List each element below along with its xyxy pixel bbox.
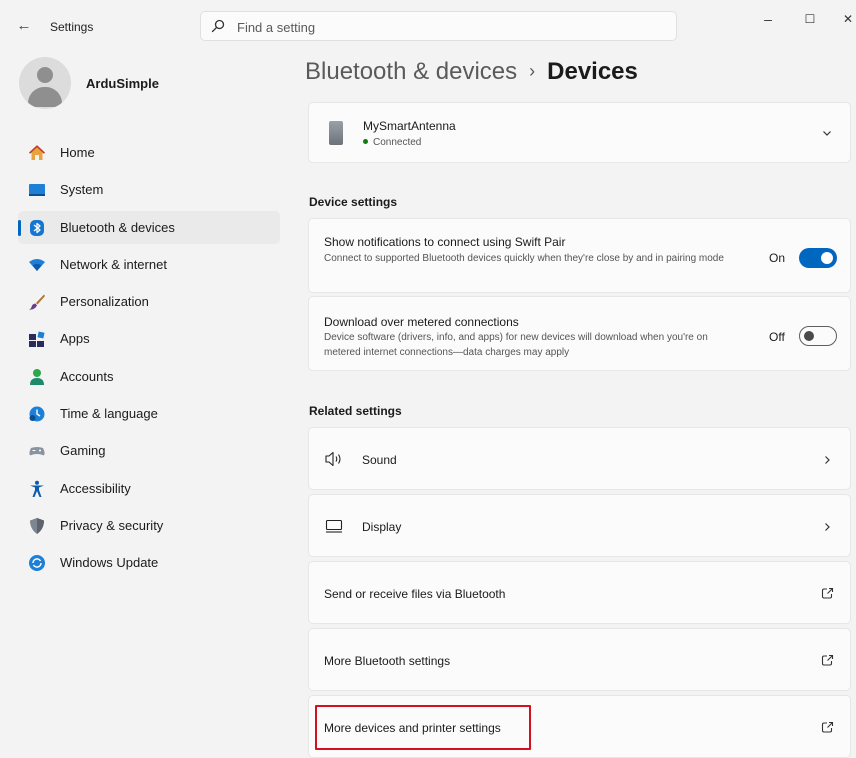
device-status: Connected: [363, 137, 421, 148]
app-title: Settings: [50, 20, 94, 34]
avatar-head: [37, 67, 53, 83]
accounts-icon: [30, 368, 44, 385]
time-language-icon: [29, 406, 45, 422]
related-item-label: Display: [362, 520, 402, 534]
metered-state-label: Off: [769, 330, 785, 344]
wifi-icon: [29, 258, 45, 271]
related-item-more-devices-printer-settings[interactable]: More devices and printer settings: [308, 695, 851, 758]
external-link-icon: [821, 654, 834, 666]
external-link-icon: [821, 587, 834, 599]
back-button[interactable]: ←: [14, 16, 34, 36]
device-card[interactable]: MySmartAntenna Connected: [308, 102, 851, 163]
sidebar-item-label: Bluetooth & devices: [60, 219, 175, 235]
related-item-label: Send or receive files via Bluetooth: [324, 587, 506, 601]
metered-description: Device software (drivers, info, and apps…: [324, 332, 708, 358]
breadcrumb: Bluetooth & devices › Devices: [305, 58, 638, 86]
profile-name: ArduSimple: [86, 76, 159, 91]
sidebar: ArduSimple Home System Bluetooth & devic…: [0, 52, 292, 758]
chevron-right-icon: [825, 456, 830, 464]
minimize-button[interactable]: –: [753, 8, 783, 30]
sidebar-item-label: Gaming: [60, 443, 106, 459]
related-item-more-bluetooth-settings[interactable]: More Bluetooth settings: [308, 628, 851, 691]
related-settings-heading: Related settings: [309, 404, 402, 418]
connected-dot: [363, 139, 368, 144]
sidebar-item-bluetooth-devices[interactable]: Bluetooth & devices: [18, 210, 280, 244]
sidebar-item-label: Personalization: [60, 294, 149, 310]
sidebar-item-network-internet[interactable]: Network & internet: [18, 248, 280, 281]
search-box[interactable]: [200, 11, 677, 41]
bluetooth-icon: [30, 219, 44, 236]
swift-pair-title: Show notifications to connect using Swif…: [324, 235, 566, 249]
apps-icon: [29, 331, 45, 348]
user-profile[interactable]: ArduSimple: [19, 57, 289, 109]
sidebar-item-label: System: [60, 182, 104, 198]
maximize-button[interactable]: ☐: [795, 8, 825, 30]
related-item-label: More Bluetooth settings: [324, 654, 451, 668]
page-title: Devices: [547, 58, 638, 85]
sidebar-item-accessibility[interactable]: Accessibility: [18, 472, 280, 505]
sidebar-nav: Home System Bluetooth & devices Network …: [18, 136, 280, 584]
device-status-text: Connected: [373, 137, 422, 148]
breadcrumb-parent[interactable]: Bluetooth & devices: [305, 58, 517, 85]
home-icon: [28, 145, 46, 160]
related-item-display[interactable]: Display: [308, 494, 851, 557]
swift-pair-state-label: On: [769, 251, 786, 265]
related-item-label: Sound: [362, 453, 397, 467]
swift-pair-toggle[interactable]: [799, 248, 837, 268]
display-icon: [325, 519, 343, 533]
metered-title: Download over metered connections: [324, 315, 519, 329]
external-link-icon: [821, 721, 834, 733]
title-bar: ← Settings – ☐ ✕: [0, 0, 856, 52]
breadcrumb-separator: ›: [529, 61, 536, 81]
device-settings-heading: Device settings: [309, 195, 398, 209]
sidebar-item-time-language[interactable]: Time & language: [18, 397, 280, 430]
sidebar-item-label: Accessibility: [60, 480, 131, 496]
sidebar-item-label: Windows Update: [60, 555, 159, 571]
gaming-icon: [29, 447, 45, 456]
avatar-body: [28, 87, 62, 107]
sidebar-item-label: Apps: [60, 331, 90, 347]
toggle-knob: [821, 252, 833, 264]
brush-icon: [29, 294, 45, 310]
sidebar-item-label: Network & internet: [60, 256, 167, 272]
update-icon: [29, 555, 45, 572]
chevron-right-icon: [825, 523, 830, 531]
sidebar-item-gaming[interactable]: Gaming: [18, 434, 280, 467]
accessibility-icon: [30, 480, 44, 497]
sidebar-item-apps[interactable]: Apps: [18, 322, 280, 355]
related-item-label: More devices and printer settings: [324, 721, 501, 735]
related-item-sound[interactable]: Sound: [308, 427, 851, 490]
avatar: [19, 57, 71, 109]
device-name: MySmartAntenna: [363, 119, 456, 133]
toggle-knob: [804, 331, 814, 341]
close-button[interactable]: ✕: [833, 8, 856, 30]
sidebar-item-label: Accounts: [60, 368, 114, 384]
related-item-send-receive-files[interactable]: Send or receive files via Bluetooth: [308, 561, 851, 624]
swift-pair-setting: Show notifications to connect using Swif…: [308, 218, 851, 293]
active-indicator: [18, 219, 21, 236]
sidebar-item-label: Home: [60, 145, 95, 160]
sidebar-item-home[interactable]: Home: [18, 136, 280, 169]
speaker-icon: [325, 451, 341, 467]
metered-connections-setting: Download over metered connections Device…: [308, 296, 851, 371]
sidebar-item-personalization[interactable]: Personalization: [18, 285, 280, 318]
sidebar-item-label: Time & language: [60, 406, 158, 422]
search-input[interactable]: [237, 17, 657, 37]
sidebar-item-windows-update[interactable]: Windows Update: [18, 546, 280, 579]
search-icon: [211, 19, 225, 33]
sidebar-item-accounts[interactable]: Accounts: [18, 360, 280, 393]
sidebar-item-label: Privacy & security: [60, 517, 164, 533]
sidebar-item-privacy-security[interactable]: Privacy & security: [18, 509, 280, 542]
shield-icon: [30, 517, 44, 534]
swift-pair-description: Connect to supported Bluetooth devices q…: [324, 253, 724, 264]
system-icon: [29, 184, 45, 197]
chevron-down-icon[interactable]: [820, 126, 834, 140]
metered-toggle[interactable]: [799, 326, 837, 346]
sidebar-item-system[interactable]: System: [18, 173, 280, 206]
device-icon: [329, 121, 343, 145]
